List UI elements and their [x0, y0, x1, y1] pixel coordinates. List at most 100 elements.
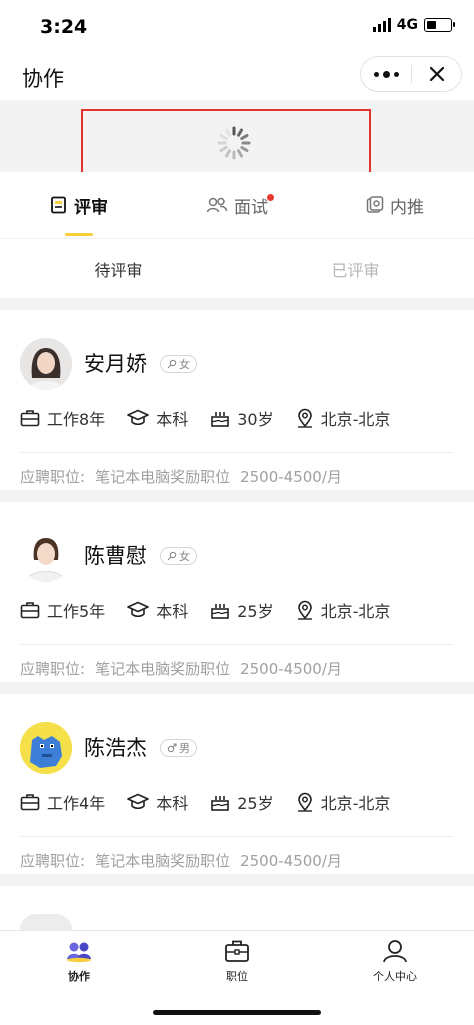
experience-text: 工作8年 [47, 410, 106, 429]
experience-text: 工作4年 [47, 794, 106, 813]
female-icon [167, 359, 177, 369]
referral-icon [366, 196, 384, 213]
experience-info: 工作4年 [20, 790, 105, 814]
graduation-cap-icon [127, 793, 149, 810]
applied-position: 笔记本电脑奖励职位 [95, 852, 231, 870]
tabbar-profile[interactable]: 个人中心 [316, 931, 474, 1025]
briefcase-icon [20, 410, 40, 427]
home-indicator [153, 1010, 321, 1015]
tab-review-label: 评审 [74, 197, 108, 218]
age-text: 25岁 [237, 602, 274, 621]
salary-range: 2500-4500/月 [240, 660, 342, 678]
tab-referral[interactable]: 内推 [316, 172, 474, 238]
person-icon [383, 940, 407, 963]
candidate-card[interactable]: 陈曹慰 女 工作5年 本科 25岁 北京-北京 应聘职位: 笔记本电脑奖励职位 … [0, 502, 474, 682]
location-info: 北京-北京 [296, 406, 391, 430]
location-pin-icon [297, 792, 312, 812]
male-icon [167, 743, 177, 753]
applied-position-label: 应聘职位: [20, 852, 86, 870]
tabbar-collab-label: 协作 [68, 970, 90, 983]
avatar [20, 914, 72, 930]
tabbar-collab[interactable]: 协作 [0, 931, 158, 1025]
card-divider [20, 644, 454, 645]
graduation-cap-icon [127, 409, 149, 426]
age-text: 25岁 [237, 794, 274, 813]
candidate-card[interactable]: 陈浩杰 男 工作4年 本科 25岁 北京-北京 应聘职位: 笔记本电脑奖励职位 … [0, 694, 474, 874]
signal-icon [372, 18, 391, 32]
briefcase-icon [225, 940, 249, 962]
applied-position: 笔记本电脑奖励职位 [95, 468, 231, 486]
applied-position-row: 应聘职位: 笔记本电脑奖励职位 2500-4500/月 [20, 658, 342, 679]
candidate-name: 陈浩杰 [84, 736, 147, 760]
briefcase-icon [20, 602, 40, 619]
education-text: 本科 [156, 794, 189, 813]
applied-position: 笔记本电脑奖励职位 [95, 660, 231, 678]
subtab-pending[interactable]: 待评审 [0, 239, 237, 298]
tab-interview[interactable]: 面试 [158, 172, 316, 238]
notification-dot [267, 194, 274, 201]
mini-program-capsule [360, 56, 462, 92]
experience-info: 工作5年 [20, 598, 105, 622]
close-button[interactable] [412, 57, 461, 91]
education-info: 本科 [127, 598, 188, 622]
location-text: 北京-北京 [320, 410, 391, 429]
briefcase-icon [20, 794, 40, 811]
age-info: 25岁 [210, 790, 274, 814]
candidate-card-partial[interactable] [0, 886, 474, 930]
section-gap [0, 874, 474, 886]
salary-range: 2500-4500/月 [240, 468, 342, 486]
birthday-cake-icon [211, 412, 230, 427]
gender-label: 女 [179, 358, 190, 371]
location-text: 北京-北京 [320, 602, 391, 621]
battery-icon [424, 18, 455, 32]
loading-spinner-icon [217, 126, 251, 160]
tabbar-profile-label: 个人中心 [373, 970, 417, 983]
applied-position-row: 应聘职位: 笔记本电脑奖励职位 2500-4500/月 [20, 466, 342, 487]
education-info: 本科 [127, 406, 188, 430]
candidate-card[interactable]: 安月娇 女 工作8年 本科 30岁 北京-北京 应聘职位: 笔记本电脑奖励职位 … [0, 310, 474, 490]
location-pin-icon [297, 600, 312, 620]
candidate-name: 陈曹慰 [84, 544, 147, 568]
age-info: 25岁 [210, 598, 274, 622]
tab-interview-label: 面试 [234, 197, 268, 218]
location-info: 北京-北京 [296, 790, 391, 814]
section-gap [0, 490, 474, 502]
review-doc-icon [51, 196, 66, 214]
section-gap [0, 682, 474, 694]
education-text: 本科 [156, 410, 189, 429]
age-text: 30岁 [237, 410, 274, 429]
female-icon [167, 551, 177, 561]
avatar [20, 338, 72, 390]
card-divider [20, 452, 454, 453]
tabbar-jobs-label: 职位 [226, 970, 248, 983]
tab-referral-label: 内推 [390, 197, 424, 218]
subtab-reviewed[interactable]: 已评审 [237, 239, 474, 298]
experience-info: 工作8年 [20, 406, 105, 430]
experience-text: 工作5年 [47, 602, 106, 621]
status-bar: 3:24 4G [0, 0, 474, 56]
location-pin-icon [297, 408, 312, 428]
salary-range: 2500-4500/月 [240, 852, 342, 870]
collab-icon [67, 942, 91, 963]
page-title: 协作 [22, 67, 64, 91]
birthday-cake-icon [211, 796, 230, 811]
more-button[interactable] [361, 57, 411, 91]
location-info: 北京-北京 [296, 598, 391, 622]
birthday-cake-icon [211, 604, 230, 619]
gender-label: 男 [179, 742, 190, 755]
avatar [20, 530, 72, 582]
avatar [20, 722, 72, 774]
banner-area [0, 100, 474, 177]
graduation-cap-icon [127, 601, 149, 618]
gender-label: 女 [179, 550, 190, 563]
age-info: 30岁 [210, 406, 274, 430]
status-time: 3:24 [40, 16, 88, 38]
network-type: 4G [396, 17, 418, 33]
applied-position-row: 应聘职位: 笔记本电脑奖励职位 2500-4500/月 [20, 850, 342, 871]
interview-people-icon [206, 197, 228, 213]
candidate-info-row: 工作5年 本科 25岁 北京-北京 [20, 598, 412, 622]
location-text: 北京-北京 [320, 794, 391, 813]
close-icon [429, 66, 444, 82]
review-subtabs: 待评审 已评审 [0, 238, 474, 298]
tab-review[interactable]: 评审 [0, 172, 158, 238]
